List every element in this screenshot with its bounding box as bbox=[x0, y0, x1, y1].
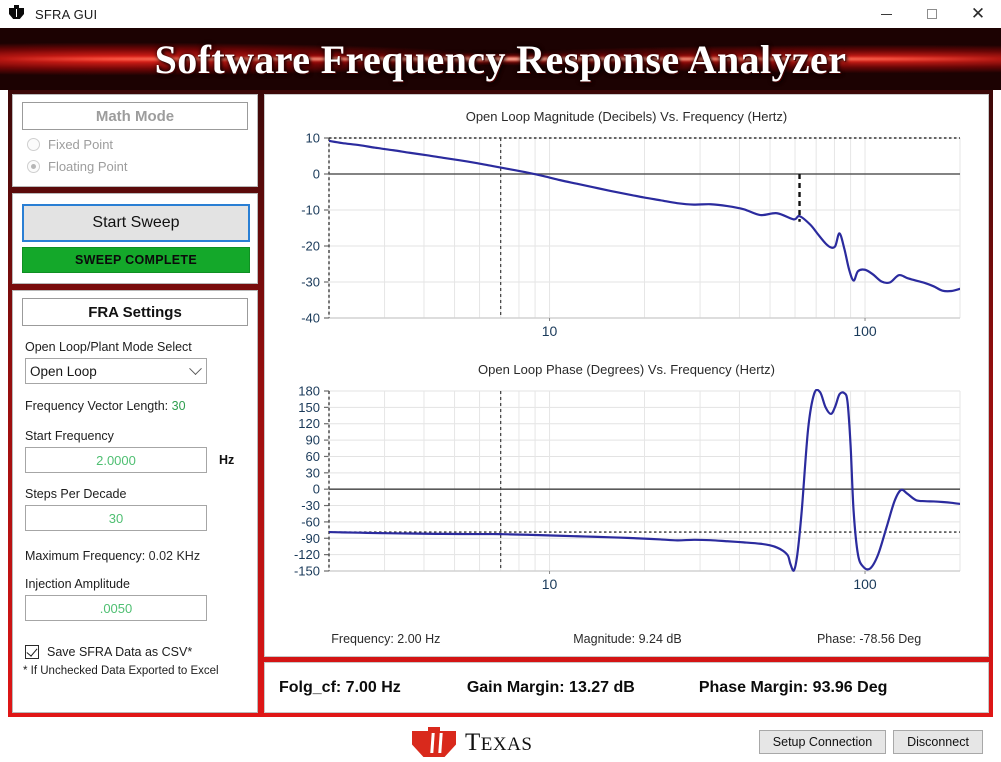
svg-text:-10: -10 bbox=[301, 203, 320, 218]
readout-magnitude: Magnitude: 9.24 dB bbox=[573, 632, 682, 646]
close-icon: ✕ bbox=[970, 3, 986, 24]
readout-row: Frequency: 2.00 Hz Magnitude: 9.24 dB Ph… bbox=[265, 630, 990, 648]
disconnect-button[interactable]: Disconnect bbox=[893, 730, 983, 754]
svg-text:180: 180 bbox=[298, 384, 320, 399]
radio-fixed-point[interactable]: Fixed Point bbox=[27, 137, 257, 152]
start-frequency-label: Start Frequency bbox=[25, 429, 114, 443]
plot-panel: Open Loop Magnitude (Decibels) Vs. Frequ… bbox=[264, 94, 989, 657]
svg-text:0: 0 bbox=[313, 482, 320, 497]
svg-text:60: 60 bbox=[306, 449, 320, 464]
minimize-icon bbox=[880, 13, 892, 15]
svg-text:-150: -150 bbox=[294, 564, 320, 579]
radio-fixed-point-indicator bbox=[27, 138, 40, 151]
radio-floating-point[interactable]: Floating Point bbox=[27, 159, 257, 174]
steps-per-decade-input[interactable]: 30 bbox=[25, 505, 207, 531]
svg-text:-20: -20 bbox=[301, 239, 320, 254]
ti-word-t: T bbox=[465, 729, 481, 756]
phase-chart: 180150120 906030 0-30-60 -90-120 -150 10 100 bbox=[294, 384, 961, 592]
magnitude-chart: 100-10-20-30-4010 100 bbox=[301, 131, 961, 339]
readout-phase: Phase: -78.56 Deg bbox=[816, 632, 922, 646]
gain-margin-value: Gain Margin: 13.27 dB bbox=[466, 678, 635, 696]
svg-text:-120: -120 bbox=[294, 547, 320, 562]
ti-logo-icon bbox=[8, 5, 26, 23]
svg-text:150: 150 bbox=[298, 400, 320, 415]
start-sweep-button[interactable]: Start Sweep bbox=[22, 204, 250, 242]
svg-text:-30: -30 bbox=[301, 498, 320, 513]
steps-per-decade-label: Steps Per Decade bbox=[25, 487, 127, 501]
radio-floating-point-label: Floating Point bbox=[48, 159, 128, 174]
folg-cf-value: Folg_cf: 7.00 Hz bbox=[279, 678, 401, 696]
start-frequency-input[interactable]: 2.0000 bbox=[25, 447, 207, 473]
phase-chart-title: Open Loop Phase (Degrees) Vs. Frequency … bbox=[478, 362, 775, 377]
math-mode-panel: Math Mode Fixed Point Floating Point bbox=[12, 94, 258, 187]
phase-margin-value: Phase Margin: 93.96 Deg bbox=[698, 678, 888, 696]
math-mode-title: Math Mode bbox=[22, 102, 248, 130]
window-title: SFRA GUI bbox=[35, 6, 98, 22]
fra-settings-panel: FRA Settings Open Loop/Plant Mode Select… bbox=[12, 290, 258, 713]
footer-bar: TEXAS Setup Connection Disconnect bbox=[0, 722, 1001, 762]
svg-text:-90: -90 bbox=[301, 531, 320, 546]
start-frequency-unit: Hz bbox=[219, 453, 235, 467]
ti-wordmark: TEXAS bbox=[465, 729, 532, 757]
chevron-down-icon bbox=[189, 361, 202, 375]
svg-text:-30: -30 bbox=[301, 275, 320, 290]
svg-text:0: 0 bbox=[313, 167, 320, 182]
ti-mark-icon bbox=[412, 727, 456, 757]
maximum-frequency-row: Maximum Frequency: 0.02 KHz bbox=[25, 549, 257, 563]
sweep-panel: Start Sweep SWEEP COMPLETE bbox=[12, 193, 258, 284]
save-csv-checkbox-row[interactable]: Save SFRA Data as CSV* bbox=[25, 645, 257, 659]
maximum-frequency-label: Maximum Frequency: bbox=[25, 549, 146, 563]
injection-amplitude-label: Injection Amplitude bbox=[25, 577, 130, 591]
svg-text:100: 100 bbox=[853, 323, 877, 339]
readout-frequency: Frequency: 2.00 Hz bbox=[331, 632, 441, 646]
setup-connection-button[interactable]: Setup Connection bbox=[759, 730, 886, 754]
svg-text:100: 100 bbox=[853, 576, 877, 592]
sweep-status-badge: SWEEP COMPLETE bbox=[22, 247, 250, 273]
svg-text:120: 120 bbox=[298, 416, 320, 431]
svg-text:10: 10 bbox=[306, 131, 320, 146]
window-controls: ✕ bbox=[863, 0, 1001, 28]
radio-floating-point-indicator bbox=[27, 160, 40, 173]
window-title-bar: SFRA GUI ✕ bbox=[0, 0, 1001, 28]
margin-summary-bar: Folg_cf: 7.00 Hz Gain Margin: 13.27 dB P… bbox=[264, 662, 989, 713]
maximize-icon bbox=[927, 9, 937, 19]
svg-text:10: 10 bbox=[542, 323, 558, 339]
frequency-vector-length-row: Frequency Vector Length: 30 bbox=[25, 399, 257, 413]
mode-select-label: Open Loop/Plant Mode Select bbox=[25, 340, 192, 354]
svg-text:30: 30 bbox=[306, 465, 320, 480]
maximum-frequency-value: 0.02 KHz bbox=[148, 549, 201, 563]
texas-instruments-logo: TEXAS bbox=[412, 727, 532, 757]
save-csv-checkbox[interactable] bbox=[25, 645, 39, 659]
magnitude-chart-title: Open Loop Magnitude (Decibels) Vs. Frequ… bbox=[465, 109, 788, 124]
fra-settings-title: FRA Settings bbox=[22, 298, 248, 326]
svg-text:10: 10 bbox=[542, 576, 558, 592]
csv-note: * If Unchecked Data Exported to Excel bbox=[23, 665, 219, 677]
radio-fixed-point-label: Fixed Point bbox=[48, 137, 114, 152]
injection-amplitude-input[interactable]: .0050 bbox=[25, 595, 207, 621]
minimize-button[interactable] bbox=[863, 0, 909, 28]
ti-word-exas: EXAS bbox=[480, 734, 533, 755]
banner-title: Software Frequency Response Analyzer bbox=[154, 36, 847, 82]
mode-select-dropdown[interactable]: Open Loop bbox=[25, 358, 207, 384]
maximize-button[interactable] bbox=[909, 0, 955, 28]
svg-text:90: 90 bbox=[306, 433, 320, 448]
left-control-column: Math Mode Fixed Point Floating Point Sta… bbox=[12, 94, 258, 713]
svg-text:-60: -60 bbox=[301, 514, 320, 529]
right-plot-column: Open Loop Magnitude (Decibels) Vs. Frequ… bbox=[264, 94, 989, 713]
frequency-vector-length-value: 30 bbox=[171, 399, 186, 413]
frequency-vector-length-label: Frequency Vector Length: bbox=[25, 399, 169, 413]
close-button[interactable]: ✕ bbox=[955, 0, 1001, 28]
svg-text:-40: -40 bbox=[301, 311, 320, 326]
mode-select-value: Open Loop bbox=[30, 363, 97, 379]
app-banner: Software Frequency Response Analyzer bbox=[0, 28, 1001, 90]
save-csv-label: Save SFRA Data as CSV* bbox=[47, 645, 193, 659]
